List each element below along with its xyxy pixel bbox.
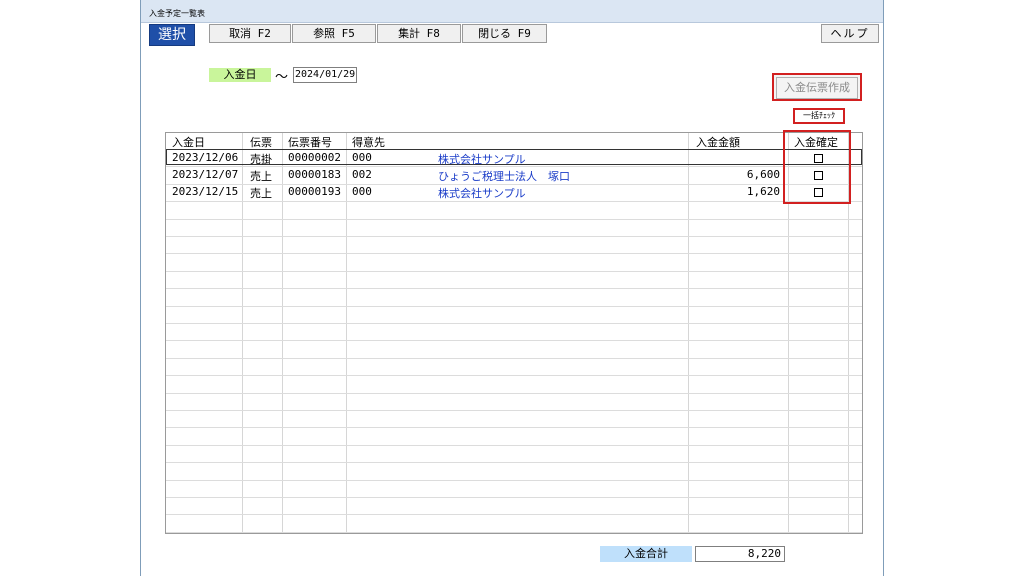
- header-amount: 入金金額: [696, 136, 740, 149]
- row-divider: [166, 375, 862, 377]
- help-button[interactable]: ヘルプ: [821, 24, 879, 43]
- row-divider: [166, 323, 862, 324]
- row-divider: [166, 218, 862, 220]
- row-slip-type: 売上: [250, 187, 272, 200]
- create-payment-slip-label: 入金伝票作成: [776, 77, 858, 99]
- row-slip-number: 00000183: [288, 168, 341, 181]
- row-divider: [166, 253, 862, 255]
- range-tilde: ～: [275, 70, 289, 85]
- row-divider: [166, 479, 862, 481]
- column-divider: [688, 133, 689, 533]
- row-date: 2023/12/07: [172, 168, 239, 181]
- row-divider: [166, 270, 862, 272]
- row-slip-type: 売掛: [250, 153, 272, 166]
- row-customer-name: 株式会社サンプル: [438, 187, 526, 200]
- row-date: 2023/12/15: [172, 185, 239, 198]
- confirm-column-highlight: [783, 130, 851, 204]
- row-divider: [166, 514, 862, 516]
- window-title: 入金予定一覧表: [149, 9, 205, 18]
- row-customer-code: 002: [352, 168, 372, 181]
- row-divider: [166, 444, 862, 446]
- header-slip-type: 伝票: [250, 136, 272, 149]
- total-amount-label: 入金合計: [600, 546, 692, 562]
- column-divider: [346, 133, 347, 533]
- row-amount: 6,600: [746, 168, 780, 181]
- title-bar: 入金予定一覧表: [141, 0, 883, 23]
- row-divider: [166, 531, 862, 533]
- header-date: 入金日: [172, 136, 205, 149]
- column-divider: [282, 133, 283, 533]
- header-slip-number: 伝票番号: [288, 136, 332, 149]
- row-divider: [166, 305, 862, 307]
- row-divider: [166, 288, 862, 290]
- row-date: 2023/12/06: [172, 151, 239, 164]
- row-divider: [166, 462, 862, 464]
- close-f9-button[interactable]: 閉じる F9: [462, 24, 547, 43]
- payment-date-label: 入金日: [209, 68, 271, 82]
- payment-table: 入金日 伝票 伝票番号 得意先 入金金額 入金確定 2023/12/06 売掛 …: [165, 132, 863, 534]
- bulk-check-button[interactable]: 一括ﾁｪｯｸ: [793, 108, 845, 124]
- row-amount: 1,620: [746, 185, 780, 198]
- mode-indicator-select[interactable]: 選択: [149, 24, 195, 46]
- row-divider: [166, 427, 862, 429]
- reference-f5-button[interactable]: 参照 F5: [292, 24, 376, 43]
- row-divider: [166, 410, 862, 411]
- row-customer-code: 000: [352, 151, 372, 164]
- row-customer-name: 株式会社サンプル: [438, 153, 526, 166]
- row-divider: [166, 201, 862, 203]
- row-customer-code: 000: [352, 185, 372, 198]
- row-divider: [166, 497, 862, 498]
- create-payment-slip-button[interactable]: 入金伝票作成: [772, 73, 862, 101]
- row-divider: [166, 340, 862, 342]
- payment-date-input[interactable]: 2024/01/29: [293, 67, 357, 83]
- summary-f8-button[interactable]: 集計 F8: [377, 24, 461, 43]
- row-divider: [166, 392, 862, 394]
- header-customer: 得意先: [352, 136, 385, 149]
- row-divider: [166, 236, 862, 237]
- column-divider: [242, 133, 243, 533]
- total-amount-value: 8,220: [695, 546, 785, 562]
- row-divider: [166, 357, 862, 359]
- row-customer-name: ひょうご税理士法人 塚口: [438, 170, 570, 183]
- cancel-f2-button[interactable]: 取消 F2: [209, 24, 291, 43]
- row-slip-number: 00000002: [288, 151, 341, 164]
- row-slip-type: 売上: [250, 170, 272, 183]
- app-window: 入金予定一覧表 選択 取消 F2 参照 F5 集計 F8 閉じる F9 ヘルプ …: [140, 0, 884, 576]
- row-slip-number: 00000193: [288, 185, 341, 198]
